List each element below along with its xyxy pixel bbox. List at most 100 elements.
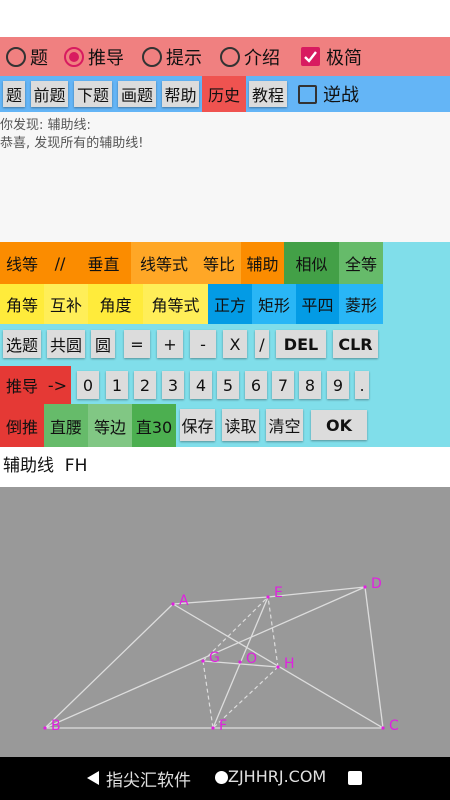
key-parallel[interactable]: //: [44, 242, 76, 284]
menu-button-tutorial[interactable]: 教程: [249, 81, 287, 107]
segment-BD: [44, 586, 366, 729]
key-right-30[interactable]: 直30: [132, 404, 176, 447]
key-angle-equal[interactable]: 角等: [0, 284, 44, 324]
radio-icon: [6, 46, 26, 67]
key-digit-1[interactable]: 1: [106, 371, 128, 399]
key-perpendicular[interactable]: 垂直: [76, 242, 131, 284]
menu-button-question[interactable]: 题: [3, 81, 25, 107]
key-decimal-point[interactable]: .: [355, 371, 369, 399]
key-digit-2[interactable]: 2: [134, 371, 156, 399]
watermark-left: 指尖汇软件: [106, 771, 191, 791]
key-load[interactable]: 读取: [222, 409, 259, 441]
key-minus[interactable]: -: [190, 330, 216, 358]
simple-mode-label: 极简: [326, 47, 362, 69]
label-C: C: [389, 718, 399, 734]
key-line-equal[interactable]: 线等: [0, 242, 44, 284]
label-H: H: [284, 656, 295, 672]
mode-radio-question[interactable]: 题: [6, 37, 48, 76]
key-concyclic[interactable]: 共圆: [47, 330, 85, 358]
mode-bar: 题 推导 提示 介绍 极简: [0, 37, 450, 76]
recents-square-icon[interactable]: [348, 771, 362, 785]
key-digit-0[interactable]: 0: [77, 371, 99, 399]
radio-icon: [220, 46, 240, 67]
key-digit-7[interactable]: 7: [272, 371, 294, 399]
key-similar[interactable]: 相似: [284, 242, 339, 284]
home-circle-icon[interactable]: [215, 771, 228, 784]
key-congruent[interactable]: 全等: [339, 242, 383, 284]
key-ratio[interactable]: 等比: [197, 242, 241, 284]
key-angle[interactable]: 角度: [88, 284, 143, 324]
key-digit-4[interactable]: 4: [190, 371, 212, 399]
key-equals[interactable]: =: [124, 330, 150, 358]
point-E: [266, 595, 270, 599]
key-rhombus[interactable]: 菱形: [339, 284, 383, 324]
menu-button-next[interactable]: 下题: [74, 81, 112, 107]
key-parallelogram[interactable]: 平四: [296, 284, 339, 324]
geometry-canvas[interactable]: A B C D E F G H O: [0, 487, 450, 757]
label-F: F: [219, 718, 227, 734]
key-right-isosceles[interactable]: 直腰: [44, 404, 88, 447]
aux-segment-HE: [267, 596, 279, 668]
point-G: [201, 659, 205, 663]
menu-button-help[interactable]: 帮助: [162, 81, 199, 107]
reverse-checkbox[interactable]: 逆战: [298, 76, 359, 112]
radio-icon: [142, 46, 162, 67]
point-A: [171, 602, 175, 606]
key-supplementary[interactable]: 互补: [44, 284, 88, 324]
key-clear-all[interactable]: 清空: [266, 409, 303, 441]
point-C: [381, 726, 385, 730]
mode-radio-intro[interactable]: 介绍: [220, 37, 280, 76]
key-line-equation[interactable]: 线等式: [131, 242, 197, 284]
top-blank-area: [0, 0, 450, 37]
key-rectangle[interactable]: 矩形: [252, 284, 296, 324]
key-plus[interactable]: +: [157, 330, 183, 358]
key-square[interactable]: 正方: [208, 284, 252, 324]
key-angle-equation[interactable]: 角等式: [143, 284, 208, 324]
point-H: [276, 665, 280, 669]
mode-label: 题: [30, 47, 48, 69]
mode-label: 推导: [88, 47, 124, 69]
label-G: G: [209, 650, 220, 666]
formula-bar: 辅助线 FH: [0, 447, 450, 487]
formula-text: 辅助线 FH: [3, 456, 88, 476]
mode-label: 介绍: [244, 47, 280, 69]
menu-button-draw[interactable]: 画题: [118, 81, 156, 107]
key-auxiliary[interactable]: 辅助: [241, 242, 284, 284]
key-save[interactable]: 保存: [180, 409, 215, 441]
key-digit-3[interactable]: 3: [162, 371, 184, 399]
segment-AB: [44, 603, 174, 729]
key-digit-6[interactable]: 6: [245, 371, 267, 399]
ok-button[interactable]: OK: [311, 410, 367, 440]
mode-radio-derive[interactable]: 推导: [64, 37, 124, 76]
menu-button-previous[interactable]: 前题: [31, 81, 68, 107]
point-D: [363, 585, 367, 589]
aux-segment-GF: [202, 660, 214, 729]
point-F: [211, 726, 215, 730]
simple-mode-checkbox[interactable]: 极简: [301, 37, 362, 76]
key-divide[interactable]: /: [255, 330, 269, 358]
key-equilateral[interactable]: 等边: [88, 404, 132, 447]
menu-button-history[interactable]: 历史: [202, 76, 246, 112]
label-O: O: [246, 651, 257, 667]
checkbox-unchecked-icon: [298, 84, 317, 104]
radio-selected-icon: [64, 46, 84, 67]
key-reverse-derive[interactable]: 倒推: [0, 404, 44, 447]
key-arrow[interactable]: ->: [44, 366, 71, 404]
key-digit-8[interactable]: 8: [299, 371, 321, 399]
mode-radio-hint[interactable]: 提示: [142, 37, 202, 76]
info-panel: 你发现: 辅助线: 恭喜, 发现所有的辅助线!: [0, 112, 450, 242]
label-A: A: [179, 593, 189, 609]
key-digit-9[interactable]: 9: [327, 371, 349, 399]
key-circle[interactable]: 圆: [91, 330, 115, 358]
back-triangle-icon[interactable]: [86, 771, 100, 785]
key-multiply[interactable]: X: [223, 330, 247, 358]
system-nav-bar: 指尖汇软件 ZJHHRJ.COM: [0, 757, 450, 800]
key-clear[interactable]: CLR: [333, 330, 378, 358]
key-digit-5[interactable]: 5: [217, 371, 239, 399]
key-select-question[interactable]: 选题: [3, 330, 41, 358]
key-derive[interactable]: 推导: [0, 366, 44, 404]
discovery-line: 你发现: 辅助线:: [0, 118, 91, 133]
key-delete[interactable]: DEL: [276, 330, 326, 358]
segment-CD: [364, 586, 384, 729]
watermark-right: ZJHHRJ.COM: [228, 767, 327, 786]
